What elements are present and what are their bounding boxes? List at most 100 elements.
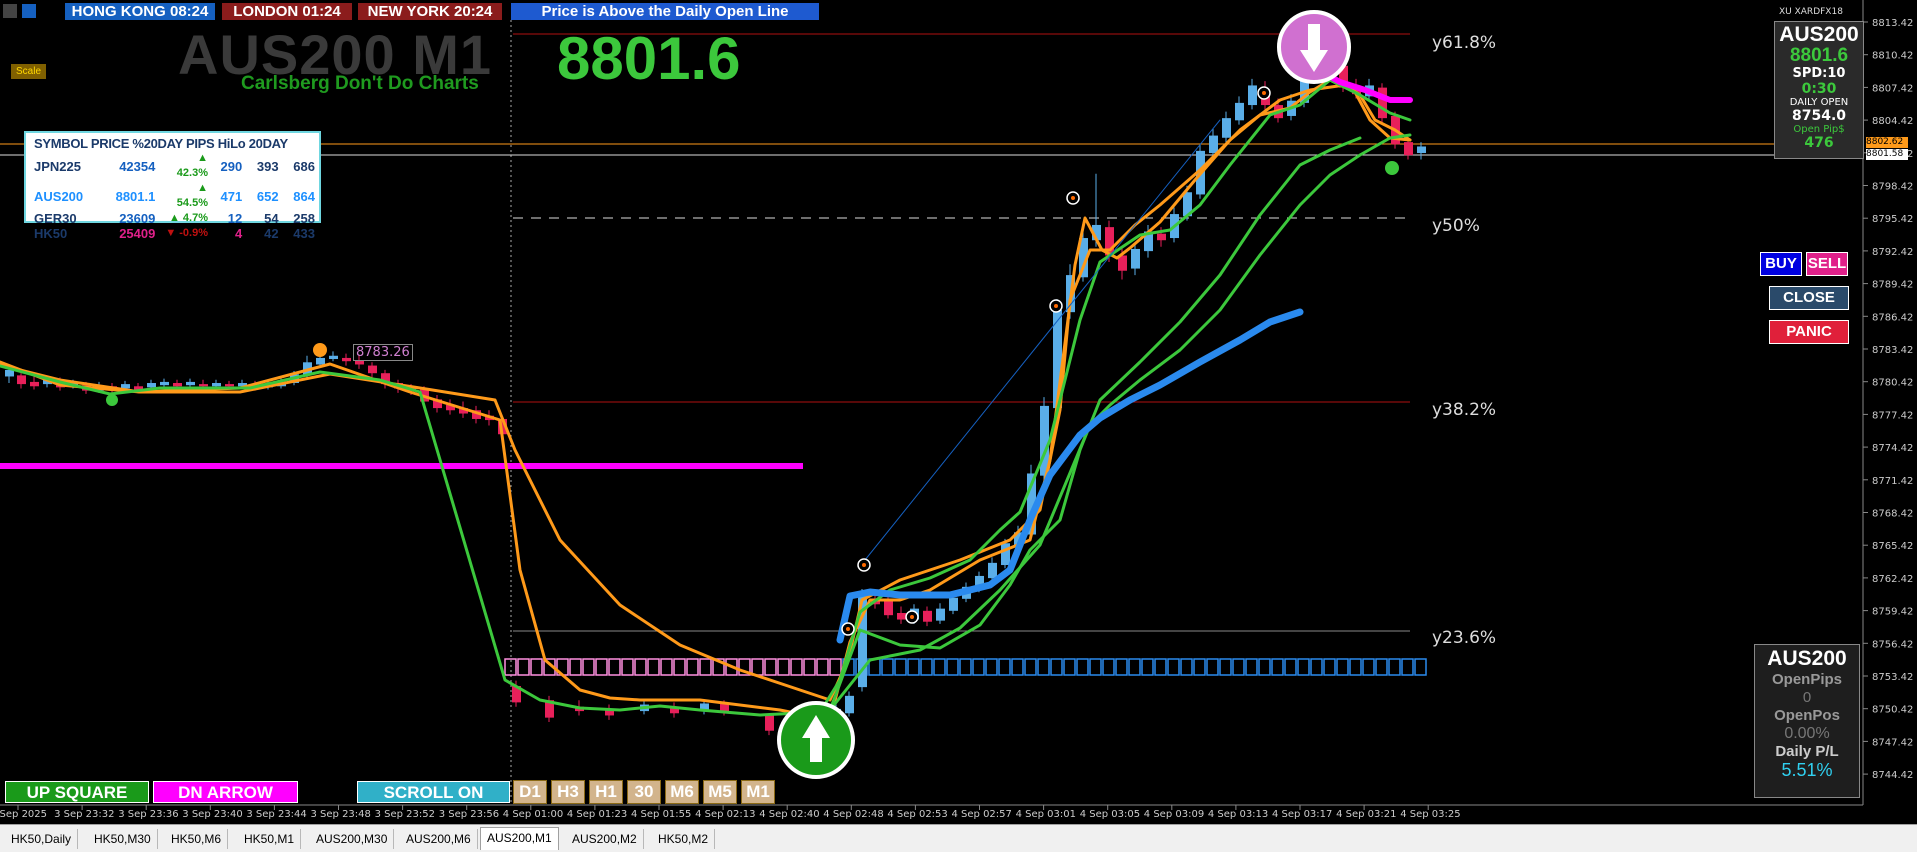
session-new-york: NEW YORK 20:24 <box>358 3 502 20</box>
buy-button[interactable]: BUY <box>1760 252 1802 276</box>
price-tick-label: 8747.42 <box>1872 737 1913 748</box>
symbol-change: ▲ 42.3% <box>176 152 208 179</box>
time-tick-label: 3 Sep 23:52 <box>375 809 435 820</box>
chart-tab[interactable]: HK50,Daily <box>5 829 79 849</box>
timeframe-button-30[interactable]: 30 <box>627 780 661 804</box>
pl-open-pips: 0 <box>1802 689 1812 706</box>
fib-label-61-8: y61.8% <box>1432 33 1497 53</box>
event-marker-dot <box>1071 196 1075 200</box>
symbol-hilo: 54 <box>264 211 279 226</box>
symbol-change: ▲ 54.5% <box>176 182 208 209</box>
time-tick-label: 4 Sep 03:13 <box>1208 809 1268 820</box>
price-tick-label: 8780.42 <box>1872 378 1913 389</box>
time-tick-label: 3 Sep 23:36 <box>118 809 178 820</box>
candle-body <box>1248 85 1257 106</box>
symbol-table: JPN225 42354 ▲ 42.3% 290 393 686 AUS200 8801.1 ▲… <box>30 151 319 241</box>
chart-tab[interactable]: HK50,M6 <box>165 829 229 849</box>
time-tick-label: 3 Sep 23:40 <box>182 809 242 820</box>
symbol-20day: 258 <box>293 211 315 226</box>
chart-menu-icon[interactable] <box>3 4 17 18</box>
chart-tab[interactable]: HK50,M30 <box>88 829 158 849</box>
pl-daily-label: Daily P/L <box>1775 743 1839 760</box>
symbol-change: ▲ 4.7% <box>168 212 208 224</box>
time-tick-label: 4 Sep 02:40 <box>759 809 819 820</box>
up-square-button[interactable]: UP SQUARE <box>5 781 149 803</box>
chart-settings-icon[interactable] <box>22 4 36 18</box>
pl-open-pos: 0.00% <box>1784 725 1830 742</box>
price-tick-label: 8786.42 <box>1872 312 1913 323</box>
candle-body <box>884 601 893 616</box>
bid-price-marker: 8801.58 <box>1866 149 1908 160</box>
chart-tab[interactable]: HK50,M2 <box>652 829 716 849</box>
candle-body <box>897 612 906 620</box>
price-tick-label: 8792.42 <box>1872 247 1913 258</box>
symbol-pips: 290 <box>220 158 243 174</box>
scroll-toggle-button[interactable]: SCROLL ON <box>357 781 510 803</box>
candle-body <box>1131 248 1140 269</box>
symbol-name: JPN225 <box>34 158 81 174</box>
scale-button[interactable]: Scale <box>11 64 46 79</box>
candle-body <box>160 381 169 386</box>
time-tick-label: 3 Sep 23:44 <box>246 809 306 820</box>
session-london: LONDON 01:24 <box>222 3 352 20</box>
time-tick-label: 4 Sep 02:57 <box>952 809 1012 820</box>
chart-tab[interactable]: AUS200,M2 <box>566 829 644 849</box>
price-tick-label: 8771.42 <box>1872 476 1913 487</box>
price-tick-label: 8744.42 <box>1872 770 1913 781</box>
chart-tab[interactable]: AUS200,M30 <box>310 829 395 849</box>
pl-open-pos-label: OpenPos <box>1774 707 1840 724</box>
chart-tab[interactable]: AUS200,M6 <box>400 829 478 849</box>
candle-body <box>845 695 854 714</box>
price-tick-label: 8789.42 <box>1872 280 1913 291</box>
symbol-name: GER30 <box>34 211 77 226</box>
sell-button[interactable]: SELL <box>1806 252 1848 276</box>
timeframe-button-h1[interactable]: H1 <box>589 780 623 804</box>
time-tick-label: 3 Sep 2025 <box>0 809 47 820</box>
pl-daily-value: 5.51% <box>1781 760 1833 780</box>
price-chart[interactable]: 8813.428810.428807.428804.428801.428798.… <box>0 0 1917 851</box>
price-tick-label: 8795.42 <box>1872 214 1913 225</box>
time-tick-label: 4 Sep 03:17 <box>1272 809 1332 820</box>
timeframe-button-h3[interactable]: H3 <box>551 780 585 804</box>
timeframe-button-d1[interactable]: D1 <box>513 780 547 804</box>
symbol-hilo: 393 <box>256 158 279 174</box>
info-open-pips: 476 <box>1804 135 1834 151</box>
price-tick-label: 8756.42 <box>1872 639 1913 650</box>
timeframe-button-m5[interactable]: M5 <box>703 780 737 804</box>
chart-tab[interactable]: HK50,M1 <box>238 829 302 849</box>
big-price-display: 8801.6 <box>557 25 741 92</box>
pl-symbol: AUS200 <box>1767 647 1847 670</box>
time-tick-label: 4 Sep 02:13 <box>695 809 755 820</box>
price-note-label: 8783.26 <box>353 344 413 361</box>
dn-arrow-button[interactable]: DN ARROW <box>153 781 298 803</box>
green-dot-marker <box>1385 161 1399 175</box>
time-tick-label: 4 Sep 02:48 <box>823 809 883 820</box>
time-tick-label: 4 Sep 03:25 <box>1400 809 1460 820</box>
chart-tab[interactable]: AUS200,M1 <box>480 827 559 850</box>
time-tick-label: 3 Sep 23:56 <box>439 809 499 820</box>
symbol-info-panel: AUS200 8801.6 SPD:10 0:30 DAILY OPEN 875… <box>1774 21 1864 159</box>
time-tick-label: 4 Sep 02:53 <box>887 809 947 820</box>
symbol-price: 42354 <box>119 158 156 174</box>
price-tick-label: 8768.42 <box>1872 509 1913 520</box>
watermark-tagline: Carlsberg Don't Do Charts <box>241 73 479 94</box>
candle-body <box>765 715 774 731</box>
symbol-pips: 471 <box>220 188 243 204</box>
green-dot-marker <box>106 394 118 406</box>
daily-open-status-banner: Price is Above the Daily Open Line <box>511 3 819 20</box>
panic-button[interactable]: PANIC <box>1769 320 1849 344</box>
symbol-row: GER30 23609 ▲ 4.7% 12 54 258 <box>30 211 319 226</box>
event-marker-dot <box>1054 304 1058 308</box>
candle-body <box>1235 102 1244 121</box>
price-tick-label: 8762.42 <box>1872 574 1913 585</box>
price-tick-label: 8804.42 <box>1872 116 1913 127</box>
symbol-row: HK50 25409 ▼ -0.9% 4 42 433 <box>30 226 319 241</box>
close-button[interactable]: CLOSE <box>1769 286 1849 310</box>
timeframe-button-m1[interactable]: M1 <box>741 780 775 804</box>
symbol-pips: 12 <box>227 211 243 226</box>
info-candle-timer: 0:30 <box>1801 81 1837 97</box>
timeframe-button-m6[interactable]: M6 <box>665 780 699 804</box>
price-tick-label: 8753.42 <box>1872 672 1913 683</box>
info-daily-open-label: DAILY OPEN <box>1789 97 1849 108</box>
candle-body <box>316 357 325 365</box>
